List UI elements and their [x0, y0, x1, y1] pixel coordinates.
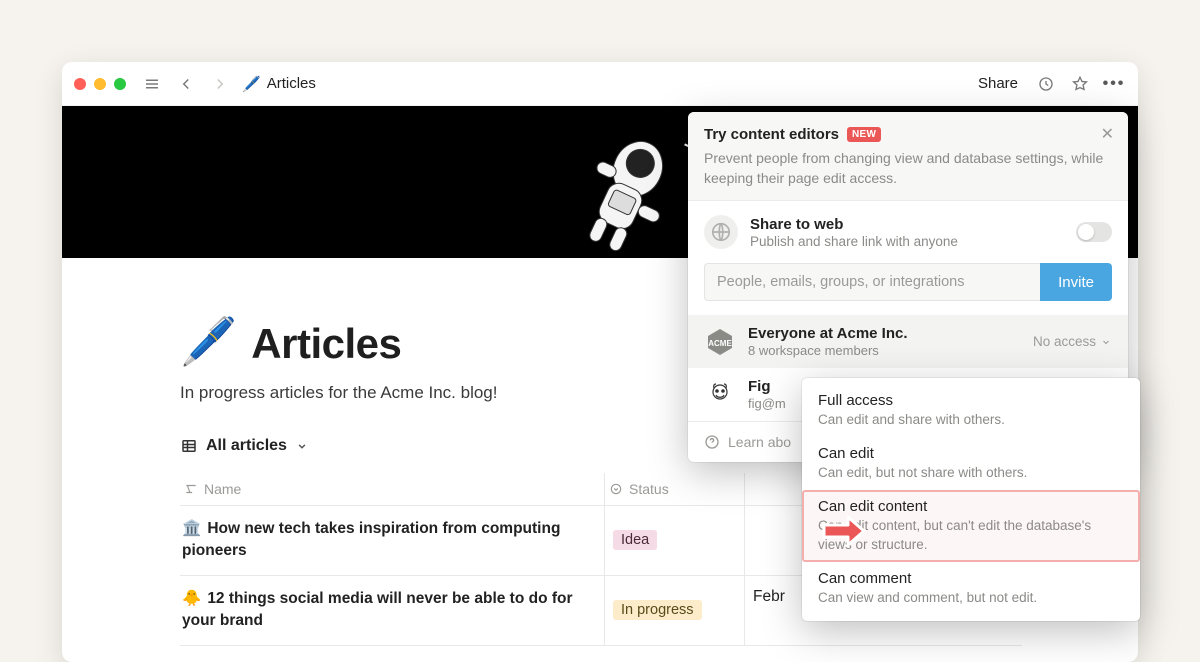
close-icon[interactable]: ✕ — [1101, 124, 1114, 144]
chevron-down-icon — [295, 439, 309, 453]
window-controls — [74, 78, 126, 90]
row-emoji: 🏛️ — [182, 520, 201, 537]
svg-text:ACME: ACME — [708, 339, 732, 348]
new-badge: NEW — [847, 127, 881, 142]
favorite-icon[interactable] — [1068, 72, 1092, 96]
row-emoji: 🐥 — [182, 590, 201, 607]
share-web-toggle[interactable] — [1076, 222, 1112, 242]
row-title: 12 things social media will never be abl… — [182, 590, 573, 629]
hamburger-menu-icon[interactable] — [140, 72, 164, 96]
breadcrumb-title: Articles — [267, 75, 316, 92]
status-badge: In progress — [613, 600, 702, 620]
workspace-icon: ACME — [704, 326, 736, 358]
share-button[interactable]: Share — [972, 71, 1024, 96]
member-name: Everyone at Acme Inc. — [748, 325, 1021, 342]
close-window-icon[interactable] — [74, 78, 86, 90]
member-row-everyone[interactable]: ACME Everyone at Acme Inc. 8 workspace m… — [688, 315, 1128, 368]
invite-row: People, emails, groups, or integrations … — [688, 263, 1128, 315]
permission-menu: Full access Can edit and share with othe… — [802, 378, 1140, 621]
share-web-subtitle: Publish and share link with anyone — [750, 234, 1064, 249]
user-avatar — [704, 379, 736, 411]
status-badge: Idea — [613, 530, 657, 550]
popover-title: Try content editors — [704, 126, 839, 143]
forward-button[interactable] — [208, 72, 232, 96]
perm-option-full-access[interactable]: Full access Can edit and share with othe… — [802, 384, 1140, 437]
back-button[interactable] — [174, 72, 198, 96]
share-web-title: Share to web — [750, 216, 1064, 233]
title-property-icon — [184, 482, 198, 496]
chevron-down-icon — [1100, 336, 1112, 348]
more-icon[interactable]: ••• — [1102, 72, 1126, 96]
perm-option-can-comment[interactable]: Can comment Can view and comment, but no… — [802, 562, 1140, 615]
member-sub: 8 workspace members — [748, 343, 1021, 358]
popover-header: Try content editors NEW ✕ Prevent people… — [688, 112, 1128, 201]
page-emoji[interactable]: 🖊️ — [180, 314, 237, 369]
minimize-window-icon[interactable] — [94, 78, 106, 90]
maximize-window-icon[interactable] — [114, 78, 126, 90]
select-property-icon — [609, 482, 623, 496]
globe-icon — [704, 215, 738, 249]
topbar: 🖊️ Articles Share ••• — [62, 62, 1138, 106]
help-icon — [704, 434, 720, 450]
popover-subtitle: Prevent people from changing view and da… — [704, 149, 1112, 188]
callout-arrow-icon — [820, 513, 868, 549]
breadcrumb[interactable]: 🖊️ Articles — [242, 75, 316, 93]
access-level-selector[interactable]: No access — [1033, 334, 1112, 349]
perm-option-can-edit[interactable]: Can edit Can edit, but not share with ot… — [802, 437, 1140, 490]
table-view-icon — [180, 437, 198, 455]
column-name[interactable]: Name — [180, 473, 604, 505]
row-title: How new tech takes inspiration from comp… — [182, 520, 560, 559]
invite-input[interactable]: People, emails, groups, or integrations — [704, 263, 1040, 301]
updates-icon[interactable] — [1034, 72, 1058, 96]
share-to-web-row[interactable]: Share to web Publish and share link with… — [688, 201, 1128, 263]
page-title[interactable]: Articles — [251, 320, 401, 368]
column-status[interactable]: Status — [604, 473, 744, 505]
invite-button[interactable]: Invite — [1040, 263, 1112, 301]
view-label: All articles — [206, 437, 287, 455]
page-icon: 🖊️ — [242, 75, 261, 93]
